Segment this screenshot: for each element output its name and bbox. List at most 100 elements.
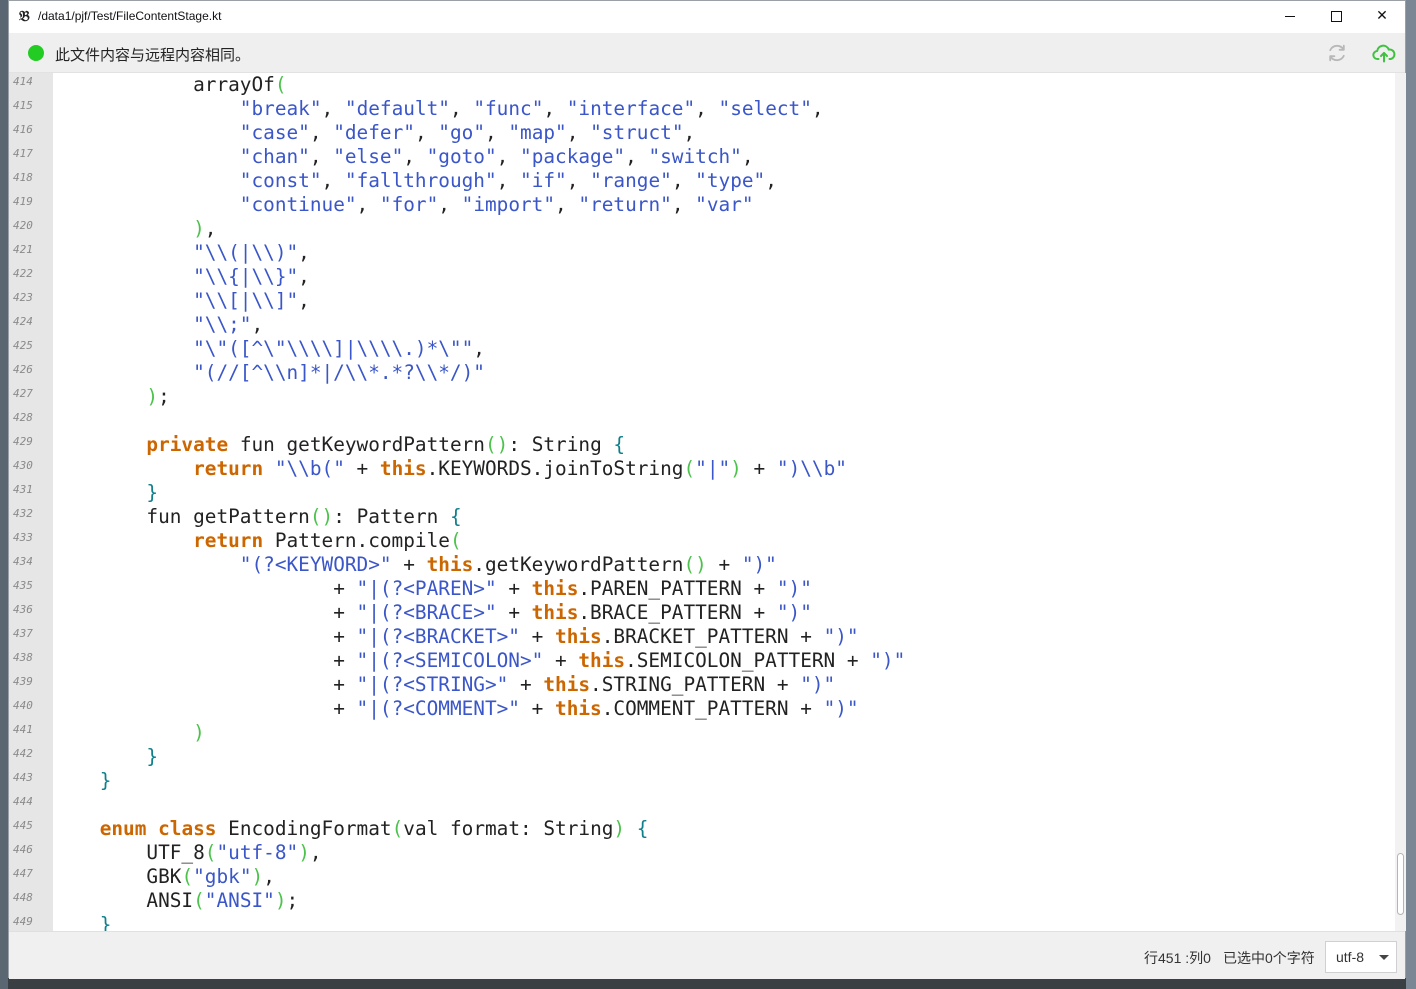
maximize-button[interactable]	[1313, 1, 1359, 31]
code-line[interactable]: 431 }	[9, 481, 1395, 505]
code-token: "return"	[578, 193, 672, 216]
code-line[interactable]: 443 }	[9, 769, 1395, 793]
line-number: 434	[13, 555, 33, 568]
code-line[interactable]: 422 "\\{|\\}",	[9, 265, 1395, 289]
scrollbar-thumb[interactable]	[1397, 853, 1404, 915]
code-line[interactable]: 437 + "|(?<BRACKET>" + this.BRACKET_PATT…	[9, 625, 1395, 649]
close-button[interactable]: ✕	[1359, 1, 1405, 31]
code-token: ")"	[823, 697, 859, 720]
code-token: "type"	[695, 169, 766, 192]
title-bar[interactable]: 𝔅 /data1/pjf/Test/FileContentStage.kt ✕	[9, 1, 1405, 33]
vertical-scrollbar[interactable]	[1395, 73, 1406, 931]
code-line[interactable]: 420 ),	[9, 217, 1395, 241]
line-number: 424	[13, 315, 33, 328]
code-token: ,	[473, 337, 485, 360]
code-text: "const", "fallthrough", "if", "range", "…	[53, 169, 777, 193]
code-token: (	[449, 529, 462, 552]
code-line[interactable]: 430 return "\\b(" + this.KEYWORDS.joinTo…	[9, 457, 1395, 481]
editor-window: 𝔅 /data1/pjf/Test/FileContentStage.kt ✕ …	[8, 0, 1406, 979]
code-line[interactable]: 448 ANSI("ANSI");	[9, 889, 1395, 913]
code-line[interactable]: 424 "\\;",	[9, 313, 1395, 337]
minimize-button[interactable]	[1267, 1, 1313, 31]
code-token: "for"	[379, 193, 439, 216]
code-token: UTF_8	[146, 841, 205, 864]
code-token: "go"	[438, 121, 485, 144]
code-token: this	[543, 673, 591, 696]
code-line[interactable]: 416 "case", "defer", "go", "map", "struc…	[9, 121, 1395, 145]
code-token: +	[788, 625, 824, 648]
line-number: 418	[13, 171, 33, 184]
code-line[interactable]: 414 arrayOf(	[9, 73, 1395, 97]
code-token: ")"	[741, 553, 777, 576]
code-line[interactable]: 433 return Pattern.compile(	[9, 529, 1395, 553]
code-text: enum class EncodingFormat(val format: St…	[53, 817, 649, 841]
code-token: .BRACE_PATTERN	[578, 601, 742, 624]
code-line[interactable]: 426 "(//[^\\n]*|/\\*.*?\\*/)"	[9, 361, 1395, 385]
code-line[interactable]: 427 );	[9, 385, 1395, 409]
code-token: "\"([^\"\\\\]|\\\\.)*\""	[193, 337, 474, 360]
code-line[interactable]: 418 "const", "fallthrough", "if", "range…	[9, 169, 1395, 193]
code-line[interactable]: 444	[9, 793, 1395, 817]
code-token: )	[274, 889, 287, 912]
code-token: .KEYWORDS.joinToString	[426, 457, 684, 480]
code-line[interactable]: 447 GBK("gbk"),	[9, 865, 1395, 889]
code-line[interactable]: 446 UTF_8("utf-8"),	[9, 841, 1395, 865]
window-title: /data1/pjf/Test/FileContentStage.kt	[38, 9, 222, 23]
code-text: );	[53, 385, 169, 409]
code-line[interactable]: 434 "(?<KEYWORD>" + this.getKeywordPatte…	[9, 553, 1395, 577]
line-number: 443	[13, 771, 33, 784]
code-line[interactable]: 438 + "|(?<SEMICOLON>" + this.SEMICOLON_…	[9, 649, 1395, 673]
code-line[interactable]: 449 }	[9, 913, 1395, 931]
cloud-upload-icon[interactable]	[1372, 42, 1396, 64]
line-number: 430	[13, 459, 33, 472]
code-line[interactable]: 435 + "|(?<PAREN>" + this.PAREN_PATTERN …	[9, 577, 1395, 601]
code-line[interactable]: 441 )	[9, 721, 1395, 745]
code-token: "continue"	[239, 193, 357, 216]
code-token: "ANSI"	[204, 889, 275, 912]
code-lines: 414 arrayOf(415 "break", "default", "fun…	[9, 73, 1395, 931]
line-number: 415	[13, 99, 33, 112]
code-text: + "|(?<PAREN>" + this.PAREN_PATTERN + ")…	[53, 577, 812, 601]
code-line[interactable]: 440 + "|(?<COMMENT>" + this.COMMENT_PATT…	[9, 697, 1395, 721]
code-text: ANSI("ANSI");	[53, 889, 298, 913]
code-line[interactable]: 429 private fun getKeywordPattern(): Str…	[9, 433, 1395, 457]
code-token: ANSI	[146, 889, 194, 912]
code-line[interactable]: 439 + "|(?<STRING>" + this.STRING_PATTER…	[9, 673, 1395, 697]
line-number: 432	[13, 507, 33, 520]
code-line[interactable]: 419 "continue", "for", "import", "return…	[9, 193, 1395, 217]
code-token: ,	[298, 289, 310, 312]
code-token: ,	[298, 241, 310, 264]
code-editor[interactable]: 414 arrayOf(415 "break", "default", "fun…	[9, 73, 1395, 931]
code-line[interactable]: 417 "chan", "else", "goto", "package", "…	[9, 145, 1395, 169]
code-line[interactable]: 442 }	[9, 745, 1395, 769]
code-token: }	[99, 769, 112, 792]
code-token: ,	[485, 121, 509, 144]
code-line[interactable]: 423 "\\[|\\]",	[9, 289, 1395, 313]
code-token: class	[158, 817, 217, 840]
code-line[interactable]: 425 "\"([^\"\\\\]|\\\\.)*\"",	[9, 337, 1395, 361]
code-line[interactable]: 421 "\\(|\\)",	[9, 241, 1395, 265]
code-text: + "|(?<SEMICOLON>" + this.SEMICOLON_PATT…	[53, 649, 905, 673]
code-token: +	[508, 673, 544, 696]
code-line[interactable]: 445 enum class EncodingFormat(val format…	[9, 817, 1395, 841]
code-token: "func"	[473, 97, 544, 120]
refresh-icon[interactable]	[1326, 42, 1348, 64]
code-text: }	[53, 913, 112, 931]
code-line[interactable]: 432 fun getPattern(): Pattern {	[9, 505, 1395, 529]
code-line[interactable]: 428	[9, 409, 1395, 433]
code-token: "case"	[239, 121, 310, 144]
encoding-select[interactable]: utf-8	[1325, 941, 1397, 973]
code-token: "\\;"	[193, 313, 252, 336]
code-line[interactable]: 436 + "|(?<BRACE>" + this.BRACE_PATTERN …	[9, 601, 1395, 625]
line-number: 426	[13, 363, 33, 376]
code-token: +	[496, 601, 532, 624]
code-line[interactable]: 415 "break", "default", "func", "interfa…	[9, 97, 1395, 121]
